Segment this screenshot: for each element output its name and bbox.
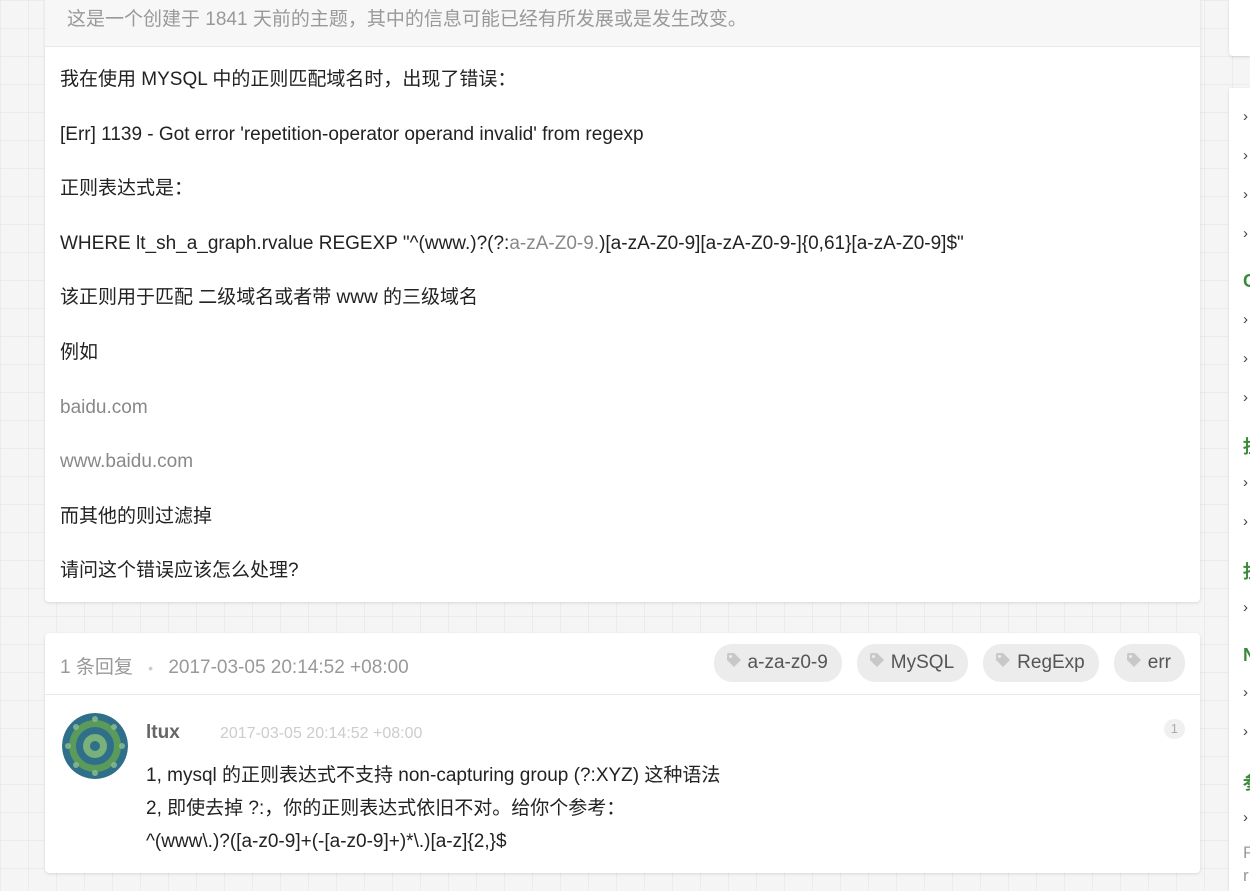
reply-item: ltux 2017-03-05 20:14:52 +08:00 1 1, mys… [45,695,1200,873]
reply-meta: 1 条回复 • 2017-03-05 20:14:52 +08:00 [60,652,409,679]
reply-number-badge: 1 [1163,719,1185,739]
topic-line: 例如 [60,341,99,363]
reply-count: 1 条回复 [60,657,133,678]
tag-icon [869,644,885,682]
sidebar-item-arrow[interactable]: › [1243,809,1248,826]
reply-line: ^(www\.)?([a-z0-9]+(-[a-z0-9]+)*\.)[a-z]… [146,831,507,852]
topic-line: 我在使用 MYSQL 中的正则匹配域名时，出现了错误： [60,69,517,90]
topic-line: 正则表达式是： [60,178,194,200]
sidebar-heading: 担 [1243,433,1250,459]
sidebar-item-arrow[interactable]: › [1243,186,1248,203]
sidebar-card-top [1229,0,1250,56]
reply-box: 1 条回复 • 2017-03-05 20:14:52 +08:00 a-za-… [45,633,1200,873]
sidebar-text-fragment: P [1243,843,1250,862]
example-link[interactable]: www.baidu.com [60,435,1185,490]
reply-line: 2, 即使去掉 ?:，你的正则表达式依旧不对。给你个参考： [146,798,626,819]
sidebar-item-arrow[interactable]: › [1243,684,1248,701]
sidebar-item-arrow[interactable]: › [1243,147,1248,164]
topic-line: 而其他的则过滤掉 [60,505,213,527]
topic-box: 这是一个创建于 1841 天前的主题，其中的信息可能已经有所发展或是发生改变。 … [45,0,1200,602]
tag-label: a-za-z0-9 [747,652,828,673]
example-link[interactable]: baidu.com [60,381,1185,436]
tag-label: err [1147,652,1171,673]
separator-dot: • [148,660,154,676]
sidebar-heading: N [1243,645,1250,665]
reply-body: 1, mysql 的正则表达式不支持 non-capturing group (… [146,759,720,858]
outdated-notice: 这是一个创建于 1841 天前的主题，其中的信息可能已经有所发展或是发生改变。 [45,0,1200,47]
sidebar-item-arrow[interactable]: › [1243,311,1248,328]
reply-time: 2017-03-05 20:14:52 +08:00 [220,725,423,742]
sidebar-item-arrow[interactable]: › [1243,225,1248,242]
reply-header: 1 条回复 • 2017-03-05 20:14:52 +08:00 a-za-… [45,633,1200,695]
tag-label: RegExp [1017,652,1085,673]
sidebar-heading: 参 [1243,769,1250,795]
topic-line: 请问这个错误应该怎么处理? [60,560,299,582]
regex-link[interactable]: a-zA-Z0-9. [509,233,599,254]
sidebar-item-arrow[interactable]: › [1243,108,1248,125]
tag-icon [1126,644,1142,682]
tag-mysql[interactable]: MySQL [856,644,969,682]
topic-line: [Err] 1139 - Got error 'repetition-opera… [60,123,644,145]
sidebar-item-arrow[interactable]: › [1243,513,1248,530]
sidebar-item-arrow[interactable]: › [1243,474,1248,491]
reply-username[interactable]: ltux [146,722,180,744]
sidebar-text-fragment: r [1243,866,1249,885]
tag-a-za-z0-9[interactable]: a-za-z0-9 [713,644,842,682]
tag-err[interactable]: err [1113,644,1185,682]
sidebar-heading: C [1243,271,1250,291]
tag-list: a-za-z0-9 MySQL RegExp err [713,644,1185,682]
tag-icon [995,644,1011,682]
regex-part: WHERE lt_sh_a_graph.rvalue REGEXP "^(www… [60,232,510,254]
tag-label: MySQL [890,652,955,673]
topic-content: 我在使用 MYSQL 中的正则匹配域名时，出现了错误： [Err] 1139 -… [45,47,1200,599]
tag-icon [726,644,742,682]
sidebar-item-arrow[interactable]: › [1243,723,1248,740]
topic-line-regex: WHERE lt_sh_a_graph.rvalue REGEXP "^(www… [60,217,1185,272]
avatar[interactable] [62,713,128,779]
topic-line: 该正则用于匹配 二级域名或者带 www 的三级域名 [60,287,479,309]
sidebar-item-arrow[interactable]: › [1243,350,1248,367]
sidebar-heading: 担 [1243,558,1250,584]
reply-line: 1, mysql 的正则表达式不支持 non-capturing group (… [146,765,721,786]
regex-part: )[a-zA-Z0-9][a-zA-Z0-9-]{0,61}[a-zA-Z0-9… [599,232,964,254]
tag-regexp[interactable]: RegExp [983,644,1099,682]
sidebar-item-arrow[interactable]: › [1243,599,1248,616]
reply-timestamp: 2017-03-05 20:14:52 +08:00 [168,657,409,678]
sidebar-item-arrow[interactable]: › [1243,389,1248,406]
